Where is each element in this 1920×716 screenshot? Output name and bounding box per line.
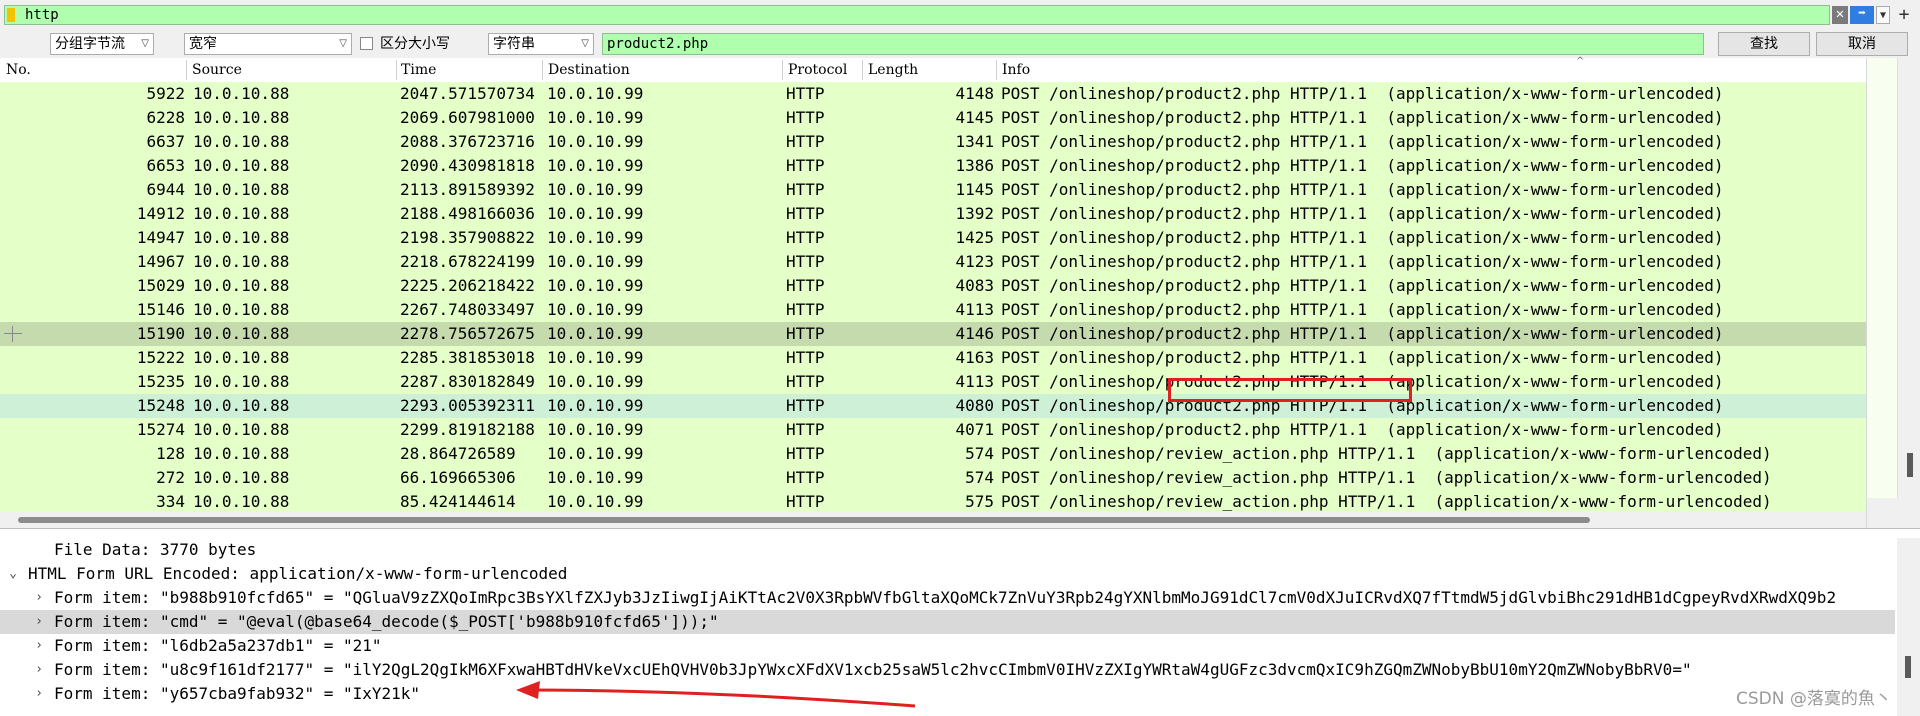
watermark-text: CSDN @落寞的魚丶 xyxy=(1736,689,1892,709)
annotation-arrow-icon xyxy=(516,681,916,708)
